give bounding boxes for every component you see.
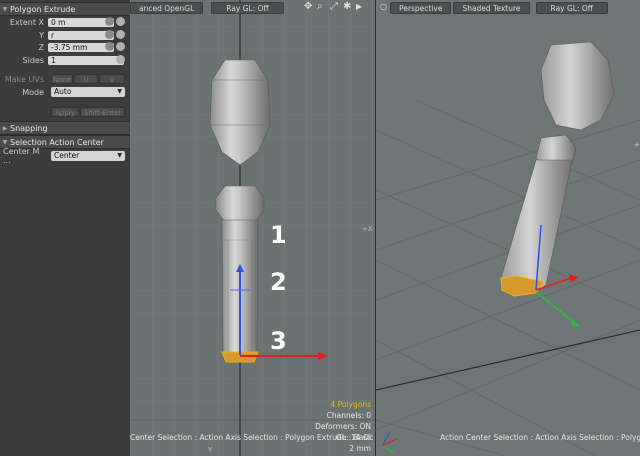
perspective-viewport-canvas[interactable]: + [376, 0, 640, 456]
y-reset-icon[interactable] [105, 30, 114, 39]
sides-link-icon[interactable] [116, 55, 125, 64]
chevron-down-icon: ▼ [117, 152, 122, 159]
y-link-icon[interactable] [116, 30, 125, 39]
mesh-head-perspective[interactable] [540, 41, 615, 131]
axis-x-label: +X [362, 225, 373, 233]
shift-enter-button[interactable]: Shift-Enter [80, 107, 125, 117]
more-arrow-icon[interactable]: ▶ [356, 1, 362, 13]
mesh-shaft-perspective[interactable] [500, 159, 573, 293]
sides-label: Sides [22, 55, 44, 65]
gizmo-x-arrow-icon[interactable] [569, 274, 578, 283]
tab-advanced-opengl[interactable]: anced OpenGL [130, 2, 204, 14]
deformers-info: Deformers: ON [315, 422, 371, 431]
z-link-icon[interactable] [116, 42, 125, 51]
sac-title: Selection Action Center [10, 137, 104, 147]
channels-info: Channels: 0 [326, 411, 371, 420]
front-viewport[interactable]: +X Y anced OpenGL Ray GL: Off ✥ ⌕ ⤢ ✱ ▶ … [130, 0, 375, 456]
annotation-1: 1 [270, 221, 287, 249]
annotation-2: 2 [270, 268, 287, 296]
sides-field[interactable]: 1 [48, 55, 124, 65]
tab-perspective[interactable]: Perspective [390, 2, 452, 14]
tool-properties-panel: ▼ Polygon Extrude Extent X 0 m Y r Z -3.… [0, 0, 130, 456]
y-label: Y [39, 30, 44, 40]
expand-triangle-icon[interactable]: ▶ [0, 125, 10, 132]
gear-icon[interactable]: ✱ [343, 1, 351, 13]
make-uvs-label: Make UVs [4, 74, 44, 84]
front-status-text: Center Selection : Action Axis Selection… [130, 433, 374, 442]
snapping-title: Snapping [10, 123, 48, 133]
z-label: Z [38, 42, 44, 52]
mode-label: Mode [22, 87, 44, 97]
make-uvs-none-button[interactable]: None [51, 74, 73, 84]
collapse-triangle-icon[interactable]: ▼ [0, 139, 10, 146]
axis-orientation-widget [381, 431, 399, 453]
section-title: Polygon Extrude [10, 4, 76, 14]
perspective-viewport[interactable]: + ○ Perspective Shaded Texture Ray GL: O… [376, 0, 640, 456]
z-reset-icon[interactable] [105, 42, 114, 51]
axis-y-label: Y [207, 446, 213, 454]
section-header-snapping[interactable]: ▶ Snapping [0, 121, 130, 135]
front-viewport-canvas[interactable]: +X Y [130, 0, 375, 456]
axis-label: + [634, 141, 640, 149]
collapse-triangle-icon[interactable]: ▼ [0, 6, 10, 13]
chevron-down-icon: ▼ [117, 88, 122, 95]
perspective-viewport-toolbar: Perspective Shaded Texture Ray GL: Off [390, 2, 608, 14]
perspective-status-text: Action Center Selection : Action Axis Se… [440, 433, 640, 442]
center-mode-select[interactable]: Center ▼ [51, 151, 125, 161]
grid-size-info: 2 mm [349, 444, 371, 453]
center-mode-label: Center M ... [3, 147, 40, 165]
zoom-icon[interactable]: ⌕ [317, 1, 323, 13]
section-header-polygon-extrude[interactable]: ▼ Polygon Extrude [0, 2, 130, 16]
tab-ray-gl-perspective[interactable]: Ray GL: Off [535, 2, 608, 14]
extent-x-reset-icon[interactable] [105, 17, 114, 26]
make-uvs-v-button[interactable]: V [99, 74, 125, 84]
extent-x-label: Extent X [9, 17, 44, 27]
maximize-icon[interactable]: ⤢ [330, 1, 338, 13]
tab-ray-gl[interactable]: Ray GL: Off [211, 2, 284, 14]
make-uvs-u-button[interactable]: U [74, 74, 98, 84]
extent-x-link-icon[interactable] [116, 17, 125, 26]
apply-button[interactable]: Apply [51, 107, 79, 117]
annotation-3: 3 [270, 327, 287, 355]
front-viewport-toolbar: anced OpenGL Ray GL: Off [130, 2, 284, 14]
viewport-menu-icon[interactable]: ○ [380, 1, 387, 13]
mode-select[interactable]: Auto ▼ [51, 87, 125, 97]
mode-value: Auto [54, 87, 72, 96]
polygon-count: 4 Polygons [330, 400, 371, 409]
mesh-neck-cap[interactable] [215, 185, 265, 223]
sides-row: Sides 1 [0, 55, 130, 65]
tab-shaded-texture[interactable]: Shaded Texture [453, 2, 530, 14]
center-mode-value: Center [54, 151, 80, 160]
move-view-icon[interactable]: ✥ [304, 1, 312, 13]
